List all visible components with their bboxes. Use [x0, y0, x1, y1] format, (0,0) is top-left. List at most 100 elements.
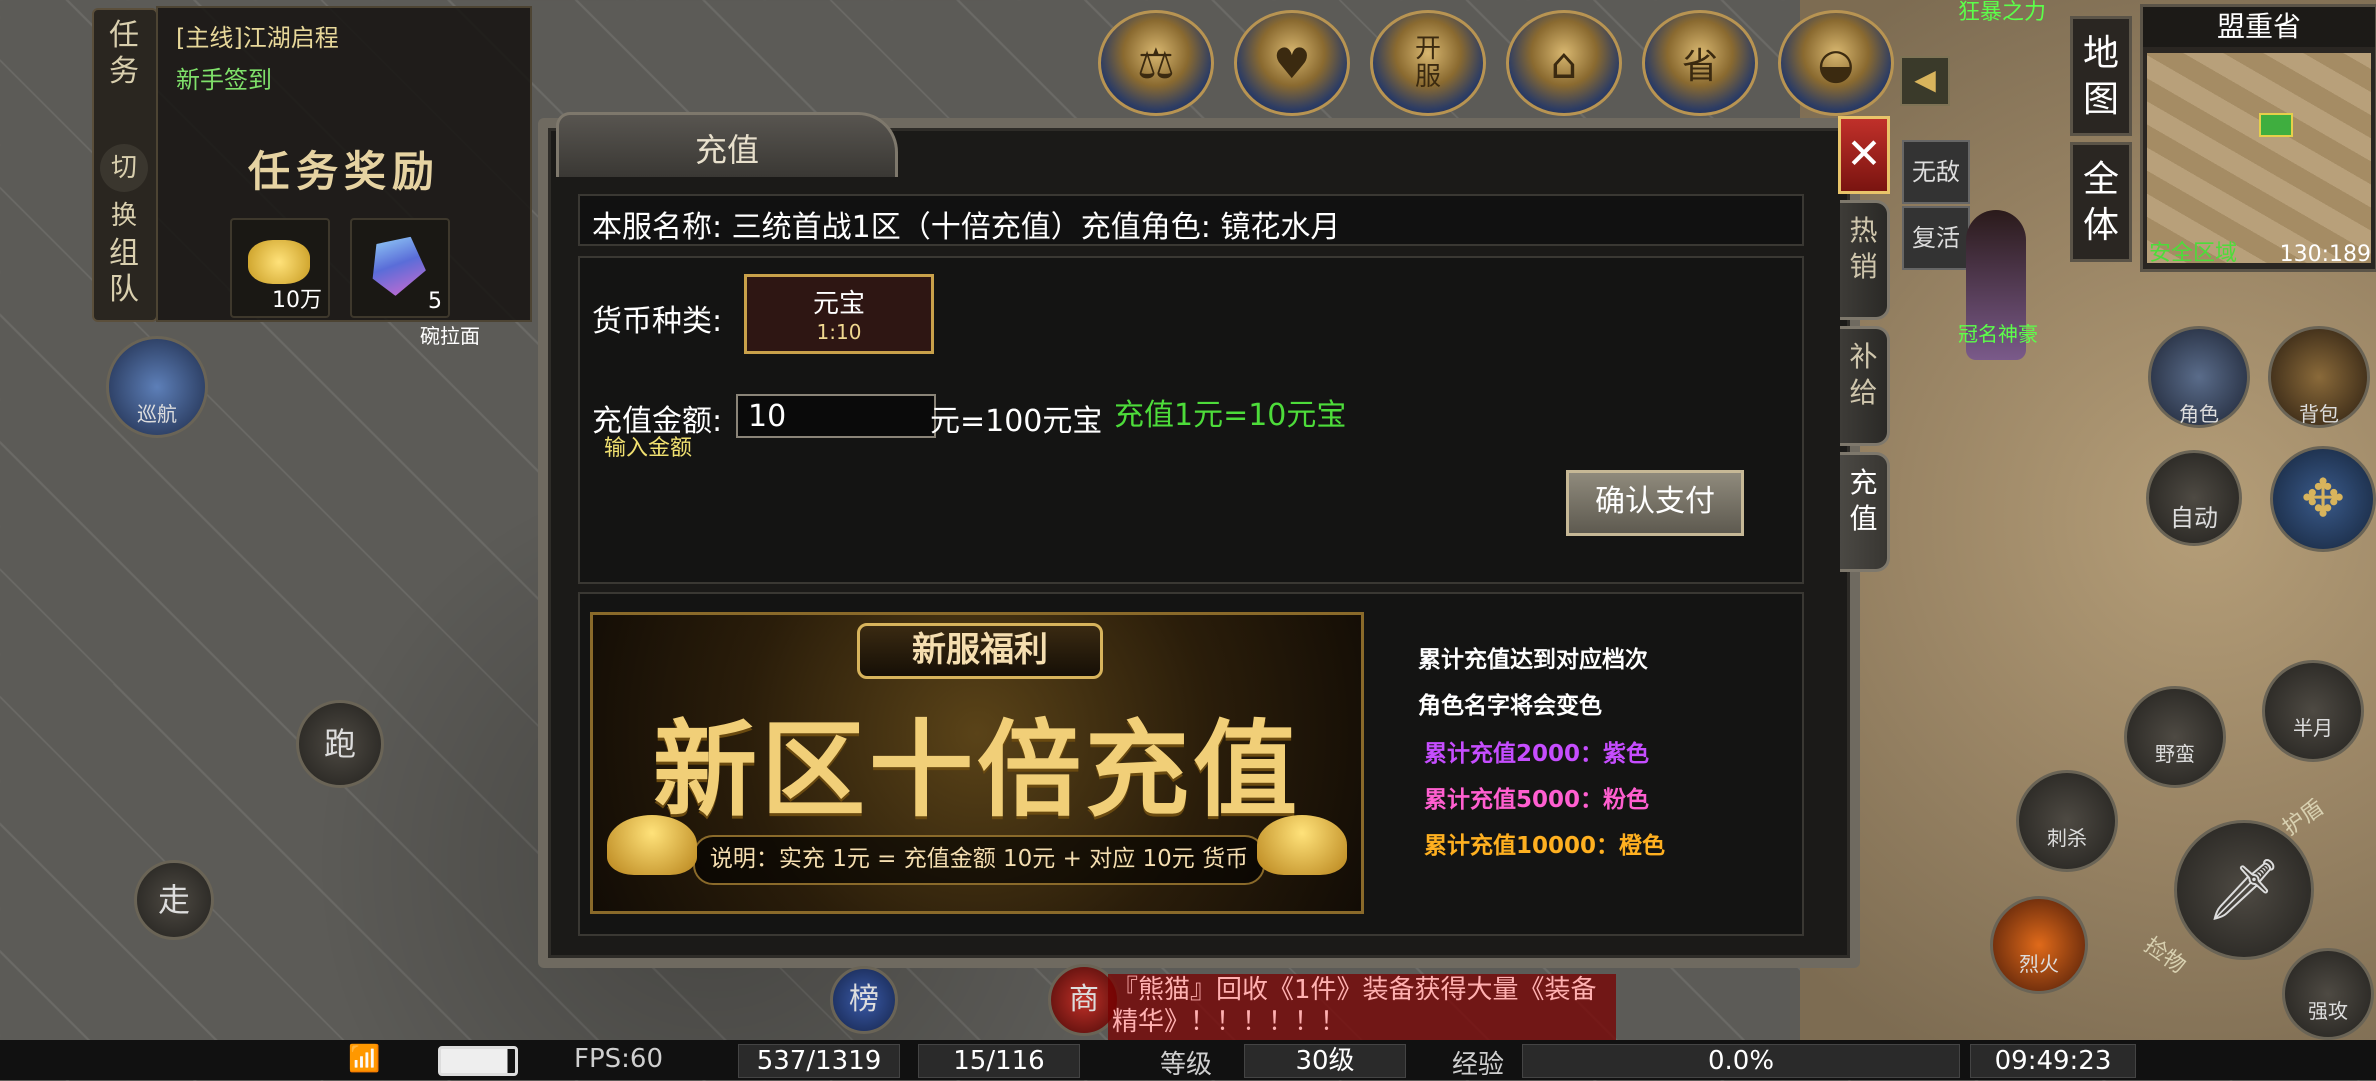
amount-result: 元=100元宝	[930, 404, 1103, 439]
shop-label: 商	[1069, 982, 1099, 1017]
walk-label: 走	[157, 881, 190, 919]
amount-input[interactable]	[736, 394, 936, 438]
tab-hot-sale[interactable]: 热 销	[1840, 200, 1890, 320]
currency-label: 货币种类:	[592, 304, 723, 339]
minimap-image	[2147, 53, 2371, 263]
tier-line2: 角色名字将会变色	[1418, 693, 1602, 719]
auto-label: 自动	[2170, 504, 2218, 532]
skill-blazing[interactable]: 烈火	[1990, 896, 2088, 994]
tier-line1: 累计充值达到对应档次	[1418, 647, 1648, 673]
player-name: 冠名神豪	[1958, 322, 2038, 346]
currency-name: 元宝	[812, 289, 865, 319]
skill-barbarian[interactable]: 野蛮	[2124, 686, 2226, 788]
region-name: 盟重省	[2143, 7, 2375, 47]
gold-ingot-icon	[607, 815, 697, 875]
run-button[interactable]: 跑	[296, 700, 384, 788]
bag-label: 背包	[2299, 402, 2339, 426]
hp-value: 537/1319	[738, 1044, 900, 1078]
strong-attack-label: 强攻	[2308, 999, 2348, 1023]
reward-title: 任务奖励	[247, 147, 440, 196]
open-server-scroll-icon[interactable]: 开 服	[1370, 10, 1486, 116]
collapse-arrow-icon[interactable]: ◀	[1900, 56, 1950, 106]
amount-hint: 输入金额	[604, 436, 693, 461]
rank-button[interactable]: 榜	[830, 966, 898, 1034]
gold-ingot-icon	[1257, 815, 1347, 875]
gold-coin-icon[interactable]: 省	[1642, 10, 1758, 116]
tier-purple: 累计充值2000：紫色	[1424, 741, 1650, 767]
dialog-title: 充值	[694, 131, 759, 169]
banner-head: 新服福利	[857, 623, 1103, 679]
tab-supply[interactable]: 补 给	[1840, 326, 1890, 446]
heart-gem-icon[interactable]: ♥	[1234, 10, 1350, 116]
skill-label: 野蛮	[2155, 742, 2195, 766]
gold-ingot-icon[interactable]: ◒	[1778, 10, 1894, 116]
character-label: 角色	[2179, 402, 2219, 426]
promo-banner: 新服福利 新区十倍充值 说明：实充 1元 = 充值金额 10元 + 对应 10元…	[590, 612, 1364, 914]
balance-scales-icon[interactable]: ⚖	[1098, 10, 1214, 116]
dialog-title-tab: 充值	[556, 112, 898, 177]
level-label: 等级	[1160, 1050, 1213, 1080]
banner-note: 说明：实充 1元 = 充值金额 10元 + 对应 10元 货币	[693, 835, 1265, 885]
minimap[interactable]: 盟重省 安全区域 130:189	[2140, 4, 2376, 272]
reward-item-slot[interactable]: 5	[350, 218, 450, 318]
currency-option-yuanbao[interactable]: 元宝 1:10	[744, 274, 934, 354]
run-label: 跑	[323, 725, 356, 763]
invincible-buff[interactable]: 无敌	[1902, 140, 1970, 204]
revive-buff[interactable]: 复活	[1902, 206, 1970, 270]
player-marker-icon	[2259, 113, 2293, 137]
strong-attack-button[interactable]: 强攻	[2282, 948, 2374, 1040]
quest-side-tabs: 任 务 切换 组 队	[92, 8, 158, 322]
walk-button[interactable]: 走	[134, 860, 214, 940]
npc-name: 碗拉面	[420, 324, 480, 348]
tab-map[interactable]: 地 图	[2070, 16, 2132, 136]
close-button[interactable]: ✕	[1838, 116, 1890, 194]
level-value: 30级	[1244, 1044, 1406, 1078]
zone-label: 安全区域	[2149, 241, 2238, 266]
tab-team[interactable]: 组 队	[100, 236, 148, 308]
exp-label: 经验	[1452, 1050, 1505, 1080]
tab-all[interactable]: 全 体	[2070, 142, 2132, 262]
skill-half-moon[interactable]: 半月	[2262, 660, 2364, 762]
item-count: 5	[428, 289, 442, 314]
character-button[interactable]: 角色	[2148, 326, 2250, 428]
wifi-icon: 📶	[348, 1044, 381, 1074]
mp-value: 15/116	[918, 1044, 1080, 1078]
server-info: 本服名称: 三统首战1区（十倍充值）充值角色: 镜花水月	[592, 210, 1341, 245]
battery-icon	[438, 1046, 518, 1076]
skill-label: 刺杀	[2047, 826, 2087, 850]
coords: 130:189	[2279, 242, 2371, 267]
cruise-label: 巡航	[137, 402, 177, 426]
currency-ratio: 1:10	[816, 320, 862, 344]
quest-panel: [主线]江湖启程 新手签到 任务奖励 10万 5	[156, 6, 532, 322]
fps-counter: FPS:60	[574, 1044, 663, 1074]
clock: 09:49:23	[1970, 1044, 2136, 1078]
tab-switch[interactable]: 切换	[100, 144, 148, 231]
rate-note: 充值1元=10元宝	[1114, 398, 1347, 433]
tab-recharge[interactable]: 充 值	[1840, 452, 1890, 572]
palace-icon[interactable]: ⌂	[1506, 10, 1622, 116]
gold-coins-icon	[248, 240, 310, 284]
tab-quest[interactable]: 任 务	[100, 18, 148, 90]
crystal-icon	[360, 225, 436, 303]
tier-orange: 累计充值10000：橙色	[1424, 833, 1666, 859]
move-arrows-icon[interactable]: ✥	[2270, 446, 2376, 552]
bag-button[interactable]: 背包	[2268, 326, 2370, 428]
item-count: 10万	[272, 288, 322, 313]
reward-item-slot[interactable]: 10万	[230, 218, 330, 318]
cruise-button[interactable]: 巡航	[106, 336, 208, 438]
skill-assassinate[interactable]: 刺杀	[2016, 770, 2118, 872]
system-chat-message: 『熊猫』回收《1件》装备获得大量《装备精华》！！！！！！	[1108, 974, 1616, 1040]
exp-bar: 0.0%	[1522, 1044, 1960, 1078]
server-info-row: 本服名称: 三统首战1区（十倍充值）充值角色: 镜花水月	[578, 194, 1804, 246]
skill-label: 半月	[2293, 716, 2333, 740]
skill-label: 烈火	[2019, 952, 2059, 976]
auto-button[interactable]: 自动	[2146, 450, 2242, 546]
status-bar: 📶 FPS:60 537/1319 15/116 等级 30级 经验 0.0% …	[0, 1040, 2376, 1080]
top-buff-text: 狂暴之力	[1958, 0, 2047, 25]
main-quest-link[interactable]: [主线]江湖启程	[176, 18, 339, 53]
confirm-pay-button[interactable]: 确认支付	[1566, 470, 1744, 536]
banner-main-title: 新区十倍充值	[652, 708, 1301, 831]
newbie-signin-link[interactable]: 新手签到	[176, 60, 272, 95]
tier-pink: 累计充值5000：粉色	[1424, 787, 1650, 813]
rank-label: 榜	[849, 982, 879, 1017]
